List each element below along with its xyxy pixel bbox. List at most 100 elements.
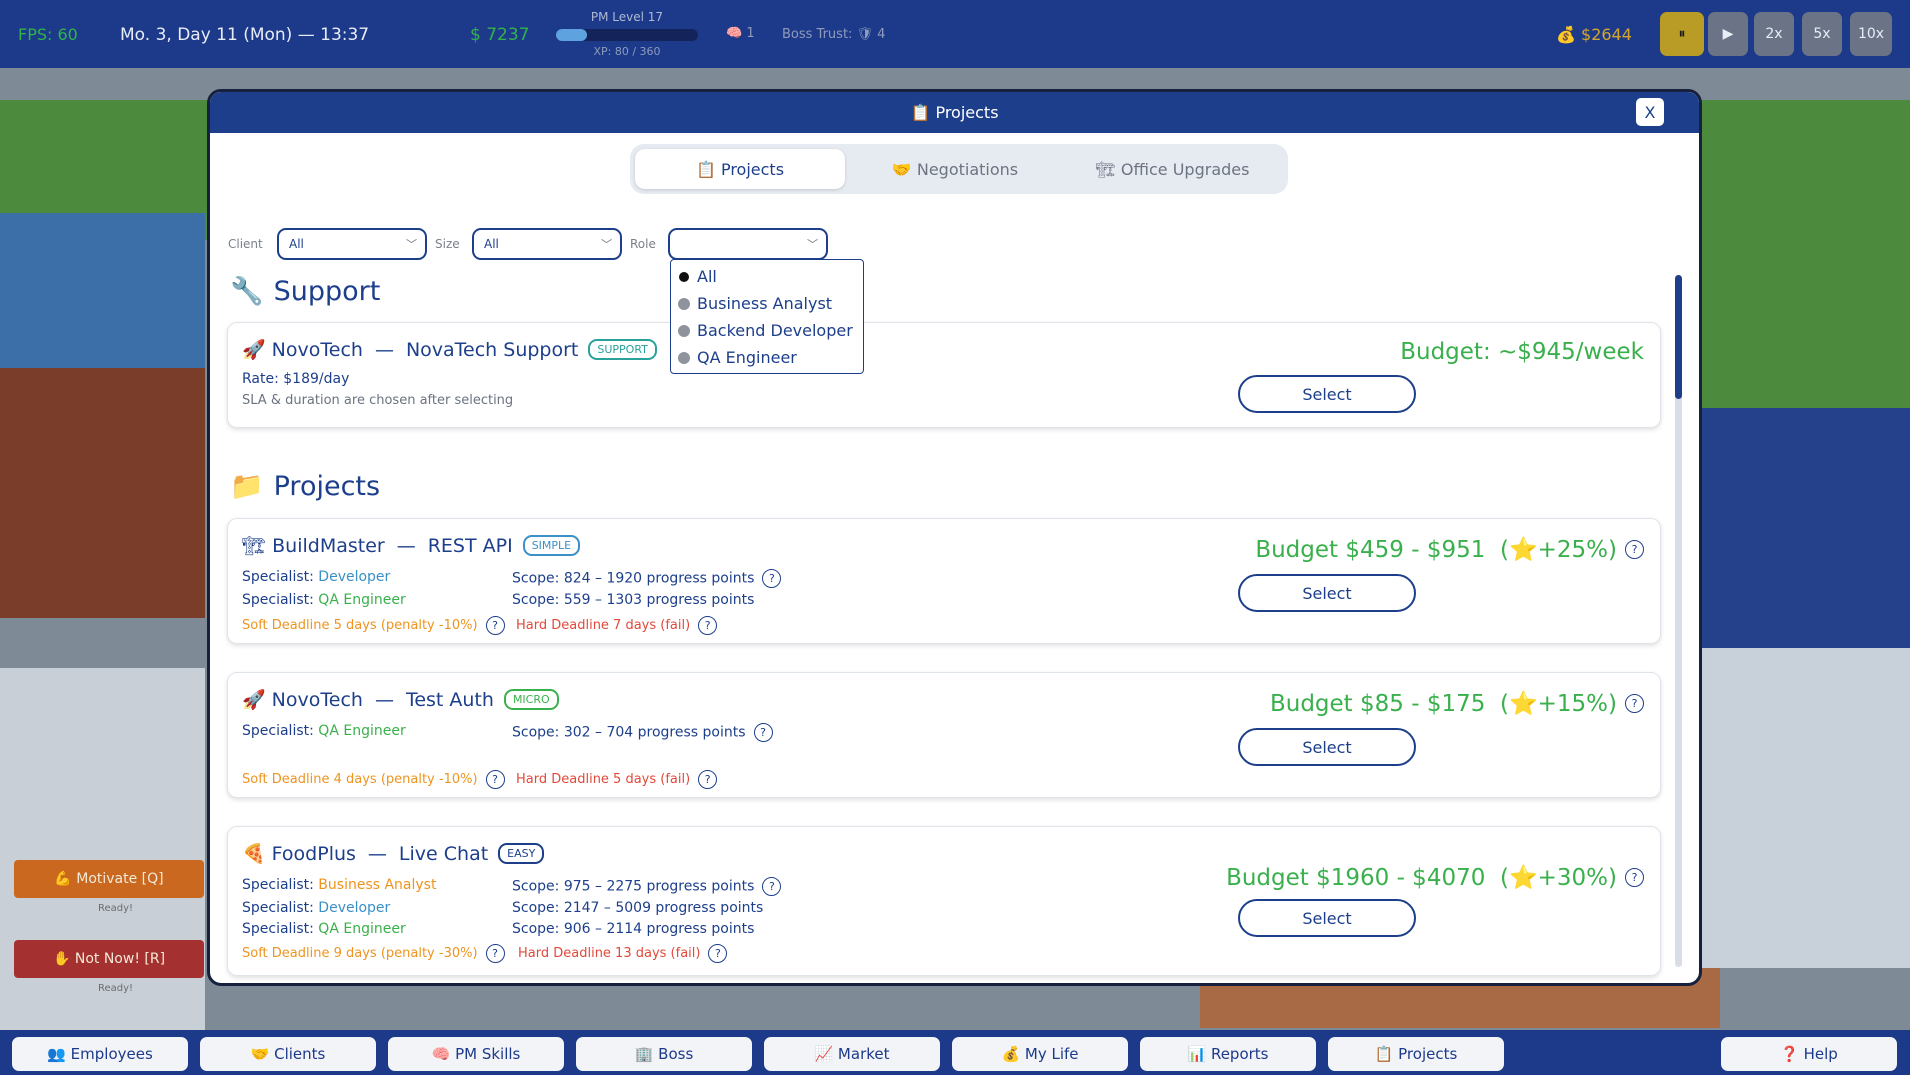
specialist-label: Specialist: [242, 723, 314, 739]
help-icon[interactable]: ? [485, 616, 505, 635]
modal-scrollbar[interactable] [1675, 275, 1682, 967]
tab-office-upgrades[interactable]: 🏗 Office Upgrades [1070, 149, 1275, 189]
speed-5x-button[interactable]: 5x [1802, 12, 1842, 56]
star-icon: ⭐ [1508, 691, 1538, 717]
brain-icon: 🧠 [726, 26, 743, 41]
modal-tabs: 📋 Projects 🤝 Negotiations 🏗 Office Upgra… [630, 144, 1288, 194]
scrollbar-thumb[interactable] [1675, 275, 1682, 399]
help-icon[interactable]: ? [708, 944, 728, 963]
help-icon[interactable]: ? [485, 770, 505, 789]
projects-section-title: 📁 Projects [230, 470, 381, 503]
chevron-down-icon: ﹀ [807, 238, 818, 251]
specialist-role: Developer [318, 569, 391, 585]
play-button[interactable]: ▶ [1708, 12, 1748, 56]
hard-deadline-text: Hard Deadline 5 days (fail) [516, 772, 691, 787]
role-option-business-analyst[interactable]: Business Analyst [678, 294, 832, 313]
help-icon[interactable]: ? [1625, 540, 1644, 559]
title-dash: — [396, 534, 416, 557]
help-icon[interactable]: ? [698, 616, 718, 635]
card-title: 🚀 NovoTech — NovaTech Support SUPPORT [242, 338, 657, 361]
specialist-role: QA Engineer [318, 723, 406, 739]
budget-text: Budget $1960 - $4070 [1226, 864, 1486, 891]
select-button[interactable]: Select [1238, 574, 1416, 612]
budget-range: Budget $85 - $175 (⭐ +15%)? [1270, 690, 1644, 717]
card-title: 🍕 FoodPlus — Live Chat EASY [242, 842, 545, 865]
help-icon[interactable]: ? [698, 770, 718, 789]
role-filter-select[interactable]: ﹀ [668, 228, 828, 260]
speed-10x-button[interactable]: 10x [1850, 12, 1892, 56]
help-icon[interactable]: ? [753, 723, 773, 742]
role-option-all[interactable]: All [678, 267, 717, 286]
scope-text: Scope: 975 – 2275 progress points [512, 878, 755, 895]
folder-icon: 📁 [230, 471, 264, 502]
scope-row: Scope: 302 – 704 progress points? [512, 723, 773, 742]
bonus-text: +30% [1537, 864, 1609, 891]
tab-projects[interactable]: 📋 Projects [635, 149, 845, 189]
role-option-backend-developer[interactable]: Backend Developer [678, 321, 853, 340]
client-filter-value: All [289, 237, 304, 251]
bonus-text: +15% [1537, 690, 1609, 717]
scope-row: Scope: 559 – 1303 progress points [512, 592, 754, 608]
xp-progress-bar [556, 29, 698, 41]
role-filter-label: Role [630, 237, 656, 251]
role-option-label: QA Engineer [697, 348, 797, 367]
help-icon[interactable]: ? [762, 569, 782, 588]
nav-pm-skills-button[interactable]: 🧠 PM Skills [388, 1037, 564, 1071]
tab-negotiations[interactable]: 🤝 Negotiations [855, 149, 1055, 189]
section-title-text: Projects [273, 470, 381, 502]
specialist-role: QA Engineer [318, 592, 406, 608]
nav-my-life-button[interactable]: 💰 My Life [952, 1037, 1128, 1071]
soft-deadline: Soft Deadline 9 days (penalty -30%)? [242, 944, 505, 963]
close-button[interactable]: X [1636, 98, 1664, 126]
nav-reports-button[interactable]: 📊 Reports [1140, 1037, 1316, 1071]
help-icon[interactable]: ? [1625, 694, 1644, 713]
role-option-qa-engineer[interactable]: QA Engineer [678, 348, 797, 367]
size-filter-select[interactable]: All ﹀ [472, 228, 622, 260]
specialist-row: Specialist: Developer [242, 569, 390, 585]
boss-trust: Boss Trust: 🛡 4 [782, 27, 886, 42]
nav-projects-button[interactable]: 📋 Projects [1328, 1037, 1504, 1071]
help-icon[interactable]: ? [762, 877, 782, 896]
budget-text: Budget: ~$945/week [1400, 339, 1644, 365]
size-badge: SUPPORT [588, 339, 657, 360]
budget-text: Budget $459 - $951 [1255, 536, 1486, 563]
speed-2x-button[interactable]: 2x [1754, 12, 1794, 56]
help-icon[interactable]: ? [1625, 868, 1644, 887]
project-name: Test Auth [405, 688, 494, 711]
nav-boss-button[interactable]: 🏢 Boss [576, 1037, 752, 1071]
title-dash: — [374, 688, 394, 711]
project-name: NovaTech Support [405, 338, 579, 361]
project-card: 🍕 FoodPlus — Live Chat EASY Specialist: … [227, 826, 1661, 976]
title-dash: — [367, 842, 387, 865]
select-button[interactable]: Select [1238, 375, 1416, 413]
scope-row: Scope: 2147 – 5009 progress points [512, 900, 763, 916]
specialist-role: QA Engineer [318, 921, 406, 937]
help-icon[interactable]: ? [485, 944, 505, 963]
specialist-label: Specialist: [242, 592, 314, 608]
motivate-button[interactable]: 💪 Motivate [Q] [14, 860, 204, 898]
select-button[interactable]: Select [1238, 728, 1416, 766]
help-button[interactable]: ❓ Help [1721, 1037, 1897, 1071]
nav-market-button[interactable]: 📈 Market [764, 1037, 940, 1071]
pizza-icon: 🍕 [242, 843, 266, 865]
wrench-icon: 🔧 [230, 276, 264, 307]
card-title: 🚀 NovoTech — Test Auth MICRO [242, 688, 559, 711]
bottom-nav-bar: 👥 Employees 🤝 Clients 🧠 PM Skills 🏢 Boss… [0, 1030, 1910, 1075]
not-now-button[interactable]: ✋ Not Now! [R] [14, 940, 204, 978]
scope-text: Scope: 906 – 2114 progress points [512, 921, 755, 937]
select-button[interactable]: Select [1238, 899, 1416, 937]
scope-row: Scope: 906 – 2114 progress points [512, 921, 754, 937]
not-now-status: Ready! [98, 983, 134, 994]
nav-clients-button[interactable]: 🤝 Clients [200, 1037, 376, 1071]
pause-button[interactable]: ⏸ [1660, 12, 1704, 56]
star-icon: ⭐ [1508, 537, 1538, 563]
nav-employees-button[interactable]: 👥 Employees [12, 1037, 188, 1071]
scope-row: Scope: 975 – 2275 progress points? [512, 877, 782, 896]
star-icon: ⭐ [1508, 865, 1538, 891]
top-status-bar: FPS: 60 Mo. 3, Day 11 (Mon) — 13:37 $ 72… [0, 0, 1910, 68]
savings-balance: 💰 $2644 [1556, 25, 1632, 44]
project-card: 🚀 NovoTech — Test Auth MICRO Specialist:… [227, 672, 1661, 798]
section-title-text: Support [273, 275, 381, 307]
client-filter-select[interactable]: All ﹀ [277, 228, 427, 260]
budget-range: Budget $1960 - $4070 (⭐ +30%)? [1226, 864, 1644, 891]
